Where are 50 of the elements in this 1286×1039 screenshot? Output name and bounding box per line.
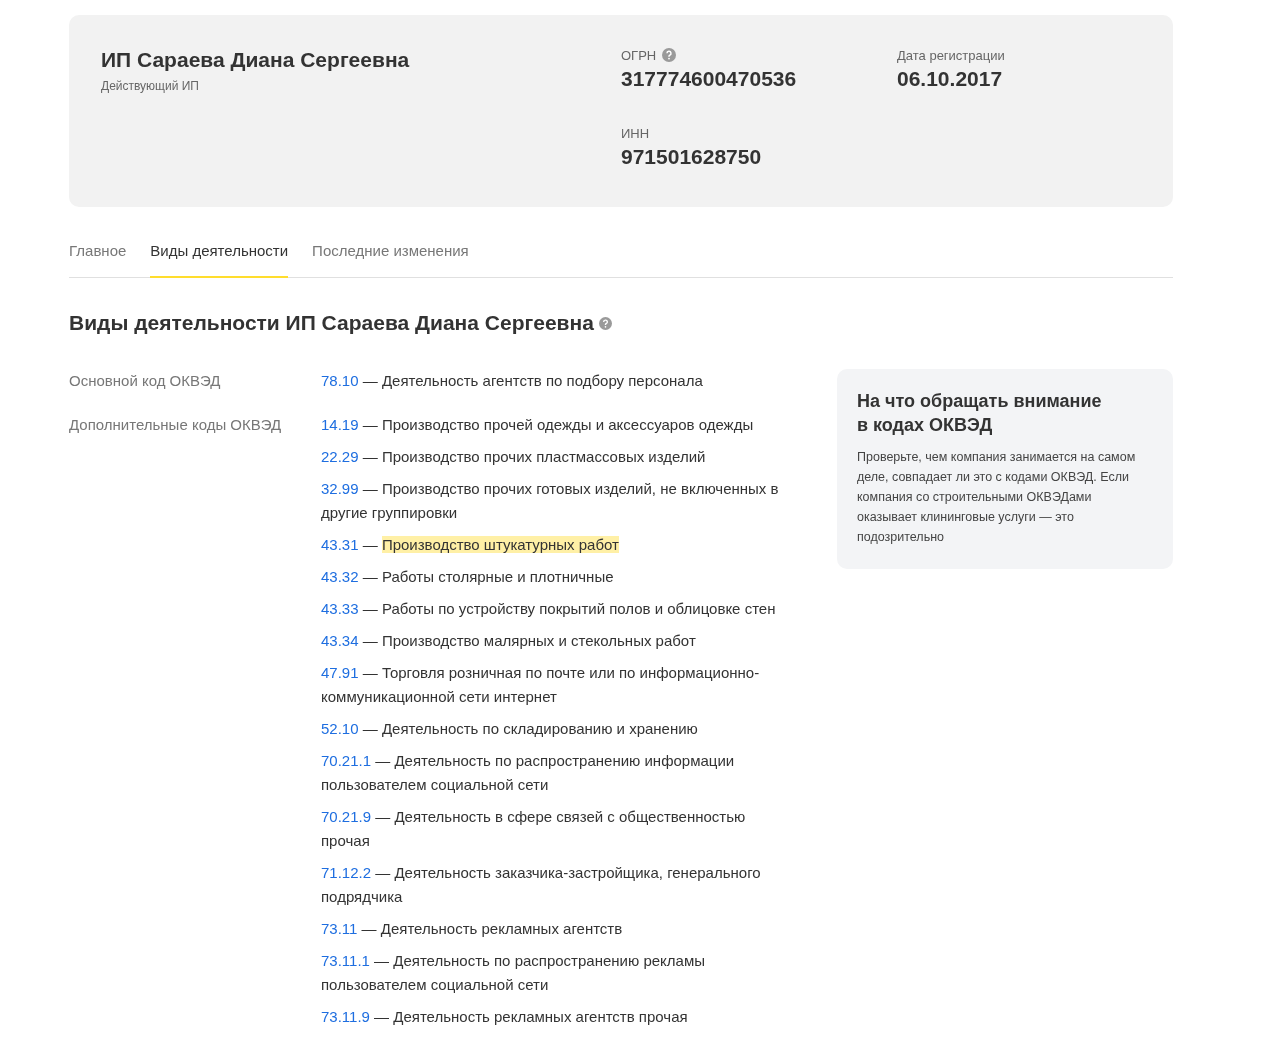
okved-code-link[interactable]: 78.10 <box>321 372 359 389</box>
okved-code-link[interactable]: 32.99 <box>321 480 359 497</box>
field-label: ОГРН <box>621 47 657 63</box>
okved-code-link[interactable]: 71.12.2 <box>321 864 372 881</box>
okved-item: 43.33 — Работы по устройству покрытий полов и облицовке стен <box>321 599 777 619</box>
okved-code-link[interactable]: 47.91 <box>321 664 359 681</box>
okved-code-link[interactable]: 73.11.9 <box>321 1008 370 1025</box>
tip-text: Проверьте, чем компания занимается на самом деле, совпадает ли это с кодами ОКВЭД. Если компания со строительными ОКВЭДами оказывает клининговые услуги — это подозрительно <box>857 449 1137 546</box>
okved-item: 73.11.1 — Деятельность по распространению рекламы пользователем социальной сети <box>321 951 706 995</box>
field-value: 971501628750 <box>621 145 763 169</box>
okved-code-link[interactable]: 43.32 <box>321 568 359 585</box>
group-label: Дополнительные коды ОКВЭД <box>69 415 283 435</box>
field-label: Дата регистрации <box>897 47 1005 63</box>
okved-item: 32.99 — Производство прочих готовых изделий, не включенных в другие группировки <box>321 479 780 523</box>
okved-item: 71.12.2 — Деятельность заказчика-застройщика, генерального подрядчика <box>321 863 762 907</box>
okved-code-link[interactable]: 14.19 <box>321 416 359 433</box>
okved-code-link[interactable]: 70.21.1 <box>321 752 372 769</box>
okved-item: 70.21.9 — Деятельность в сфере связей с общественностью прочая <box>321 807 747 851</box>
tip-title: На что обращать внимание в кодах ОКВЭД <box>857 390 1103 437</box>
group-label: Основной код ОКВЭД <box>69 371 222 391</box>
tab[interactable]: Виды деятельности <box>150 231 289 278</box>
okved-code-link[interactable]: 70.21.9 <box>321 808 372 825</box>
okved-item: 73.11 — Деятельность рекламных агентств <box>321 919 624 939</box>
okved-item: 43.32 — Работы столярные и плотничные <box>321 567 615 587</box>
okved-code-link[interactable]: 43.34 <box>321 632 359 649</box>
section-title: Виды деятельности ИП Сараева Диана Сергеевна <box>69 311 594 335</box>
okved-item: 47.91 — Торговля розничная по почте или по информационно-коммуникационной сети интернет <box>321 663 761 707</box>
field-label: ИНН <box>621 125 650 141</box>
okved-item: 78.10 — Деятельность агентств по подбору персонала <box>321 371 704 391</box>
tab[interactable]: Главное <box>69 231 127 278</box>
company-status: Действующий ИП <box>101 79 200 93</box>
okved-code-link[interactable]: 73.11 <box>321 920 358 937</box>
tab[interactable]: Последние изменения <box>312 231 469 278</box>
okved-code-link[interactable]: 22.29 <box>321 448 359 465</box>
okved-item: 14.19 — Производство прочей одежды и аксессуаров одежды <box>321 415 755 435</box>
okved-item: 43.34 — Производство малярных и стекольных работ <box>321 631 697 651</box>
okved-item: 52.10 — Деятельность по складированию и хранению <box>321 719 699 739</box>
company-name: ИП Сараева Диана Сергеевна <box>101 48 411 72</box>
help-icon[interactable] <box>598 316 612 330</box>
field-value: 06.10.2017 <box>897 67 1004 91</box>
okved-code-link[interactable]: 43.31 <box>321 536 359 553</box>
okved-item: 22.29 — Производство прочих пластмассовых изделий <box>321 447 707 467</box>
okved-item: 43.31 — Производство штукатурных работ <box>321 535 620 555</box>
okved-code-link[interactable]: 43.33 <box>321 600 359 617</box>
help-icon[interactable] <box>662 48 677 62</box>
okved-code-link[interactable]: 52.10 <box>321 720 359 737</box>
field-value: 317774600470536 <box>621 67 798 91</box>
okved-item: 70.21.1 — Деятельность по распространению информации пользователем социальной сети <box>321 751 736 795</box>
okved-item: 73.11.9 — Деятельность рекламных агентств прочая <box>321 1007 689 1027</box>
okved-code-link[interactable]: 73.11.1 <box>321 952 370 969</box>
